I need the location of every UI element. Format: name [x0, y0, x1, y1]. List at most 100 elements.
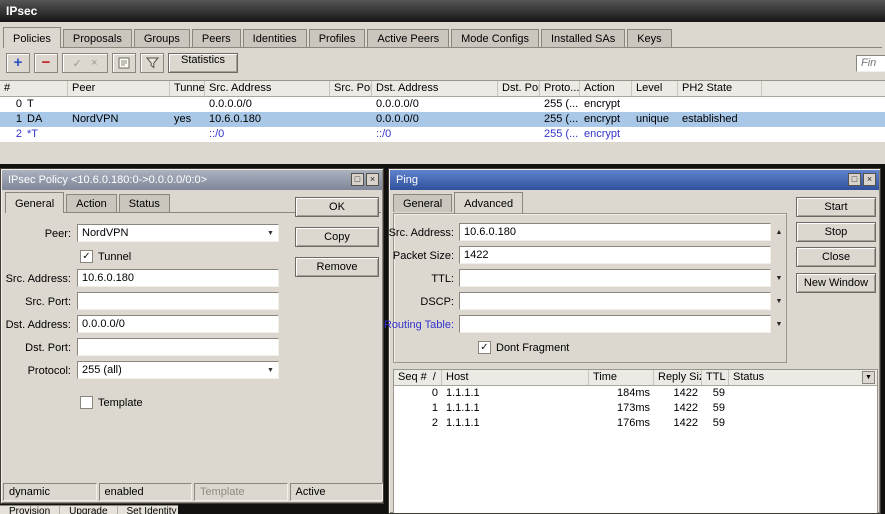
policy-row-selected[interactable]: 1 DA NordVPN yes 10.6.0.180 0.0.0.0/0 255… [0, 112, 885, 127]
disable-icon[interactable]: × [91, 57, 97, 69]
stop-button[interactable]: Stop [796, 222, 876, 242]
tab-proposals[interactable]: Proposals [62, 29, 132, 47]
cell-level [632, 97, 678, 112]
tunnel-checkbox[interactable]: ✓ [80, 250, 93, 263]
column-filter-button[interactable]: ▼ [862, 371, 875, 384]
cell-seq: 1 [431, 402, 438, 414]
add-button[interactable]: + [6, 53, 30, 73]
col-time[interactable]: Time [589, 370, 654, 385]
dst-address-field[interactable] [77, 315, 279, 333]
policy-tab-action[interactable]: Action [66, 194, 117, 212]
cell-dst-port [498, 112, 540, 127]
col-dst-port[interactable]: Dst. Port [498, 81, 540, 96]
tab-keys[interactable]: Keys [627, 29, 672, 47]
dscp-dropdown-button[interactable]: ▼ [772, 292, 786, 310]
tab-profiles[interactable]: Profiles [308, 29, 366, 47]
routing-table-field[interactable] [459, 315, 771, 333]
cell-dst-port [498, 127, 540, 142]
routing-table-label[interactable]: Routing Table: [384, 319, 454, 331]
col-dst-address[interactable]: Dst. Address [372, 81, 498, 96]
filter-button[interactable] [140, 53, 164, 73]
cell-ttl: 59 [712, 387, 725, 399]
close-ping-button[interactable]: Close [796, 247, 876, 267]
menu-item-set-identity[interactable]: Set Identity [118, 506, 179, 514]
cell-reply-size: 1422 [673, 417, 698, 429]
enable-icon[interactable]: ✓ [72, 57, 81, 70]
close-button[interactable]: × [863, 173, 876, 186]
cell-num: 1 DA [15, 113, 43, 125]
chevron-down-icon[interactable]: ▼ [267, 367, 274, 374]
new-window-button[interactable]: New Window [796, 273, 876, 293]
protocol-field[interactable] [77, 361, 279, 379]
ping-tab-advanced[interactable]: Advanced [454, 192, 524, 213]
src-address-label: Src. Address: [5, 273, 71, 285]
remove-button[interactable]: − [34, 53, 58, 73]
col-status[interactable]: Status [729, 370, 877, 385]
ping-tab-general[interactable]: General [393, 194, 453, 212]
spin-up-button[interactable]: ▲ [772, 223, 786, 241]
copy-button[interactable]: Copy [295, 227, 379, 247]
col-ph2-state[interactable]: PH2 State [678, 81, 762, 96]
tab-installed-sas[interactable]: Installed SAs [541, 29, 626, 47]
tab-active-peers[interactable]: Active Peers [367, 29, 450, 47]
policy-dialog-titlebar[interactable]: IPsec Policy <10.6.0.180:0->0.0.0.0/0:0>… [2, 170, 382, 190]
chevron-down-icon[interactable]: ▼ [267, 230, 274, 237]
col-level[interactable]: Level [632, 81, 678, 96]
template-checkbox[interactable] [80, 396, 93, 409]
src-address-field[interactable] [77, 269, 279, 287]
cell-src-port [330, 127, 372, 142]
ipsec-titlebar[interactable]: IPsec [0, 0, 885, 22]
tab-identities[interactable]: Identities [242, 29, 307, 47]
src-port-field[interactable] [77, 292, 279, 310]
col-tunnel[interactable]: Tunnel [170, 81, 205, 96]
start-button[interactable]: Start [796, 197, 876, 217]
tab-mode-configs[interactable]: Mode Configs [451, 29, 539, 47]
menu-item-provision[interactable]: Provision [0, 506, 61, 514]
col-peer[interactable]: Peer [68, 81, 170, 96]
packet-size-field[interactable] [459, 246, 771, 264]
ipsec-tab-bar: Policies Proposals Groups Peers Identiti… [3, 27, 882, 48]
cell-proto: 255 (... [544, 113, 579, 125]
col-action[interactable]: Action [580, 81, 632, 96]
col-reply-size[interactable]: Reply Size [654, 370, 702, 385]
ttl-dropdown-button[interactable]: ▼ [772, 269, 786, 287]
policy-tab-status[interactable]: Status [118, 194, 170, 212]
tab-peers[interactable]: Peers [191, 29, 241, 47]
dst-port-field[interactable] [77, 338, 279, 356]
ping-dialog-titlebar[interactable]: Ping □ × [390, 170, 879, 190]
ping-src-address-field[interactable] [459, 223, 771, 241]
routing-table-dropdown-button[interactable]: ▼ [772, 315, 786, 333]
dscp-field[interactable] [459, 292, 771, 310]
menu-item-upgrade[interactable]: Upgrade [60, 506, 118, 514]
statistics-button[interactable]: Statistics [168, 53, 239, 73]
close-button[interactable]: × [366, 173, 379, 186]
ping-row[interactable]: 2 1.1.1.1 176ms 1422 59 [394, 416, 877, 431]
tab-policies[interactable]: Policies [3, 27, 61, 48]
restore-button[interactable]: □ [848, 173, 861, 186]
cell-host: 1.1.1.1 [446, 417, 480, 429]
col-host[interactable]: Host [442, 370, 589, 385]
policy-row[interactable]: 2 *T ::/0 ::/0 255 (... encrypt [0, 127, 885, 142]
ok-button[interactable]: OK [295, 197, 379, 217]
find-input[interactable]: Fin [856, 55, 885, 72]
peer-field[interactable] [77, 224, 279, 242]
restore-icon: □ [851, 174, 858, 184]
comment-button[interactable] [112, 53, 136, 73]
ping-row[interactable]: 0 1.1.1.1 184ms 1422 59 [394, 386, 877, 401]
cell-ttl: 59 [712, 417, 725, 429]
policy-tab-general[interactable]: General [5, 192, 65, 213]
col-src-address[interactable]: Src. Address [205, 81, 330, 96]
ping-row[interactable]: 1 1.1.1.1 173ms 1422 59 [394, 401, 877, 416]
col-num[interactable]: # [0, 81, 68, 96]
col-seq[interactable]: Seq # / [394, 370, 442, 385]
tab-groups[interactable]: Groups [133, 29, 190, 47]
chevron-down-icon: ▼ [775, 297, 783, 305]
policy-row[interactable]: 0T 0.0.0.0/0 0.0.0.0/0 255 (... encrypt [0, 97, 885, 112]
col-src-port[interactable]: Src. Port [330, 81, 372, 96]
dont-fragment-checkbox[interactable]: ✓ [478, 341, 491, 354]
col-ttl[interactable]: TTL [702, 370, 729, 385]
ttl-field[interactable] [459, 269, 771, 287]
col-proto[interactable]: Proto... [540, 81, 580, 96]
restore-button[interactable]: □ [351, 173, 364, 186]
remove-button[interactable]: Remove [295, 257, 379, 277]
